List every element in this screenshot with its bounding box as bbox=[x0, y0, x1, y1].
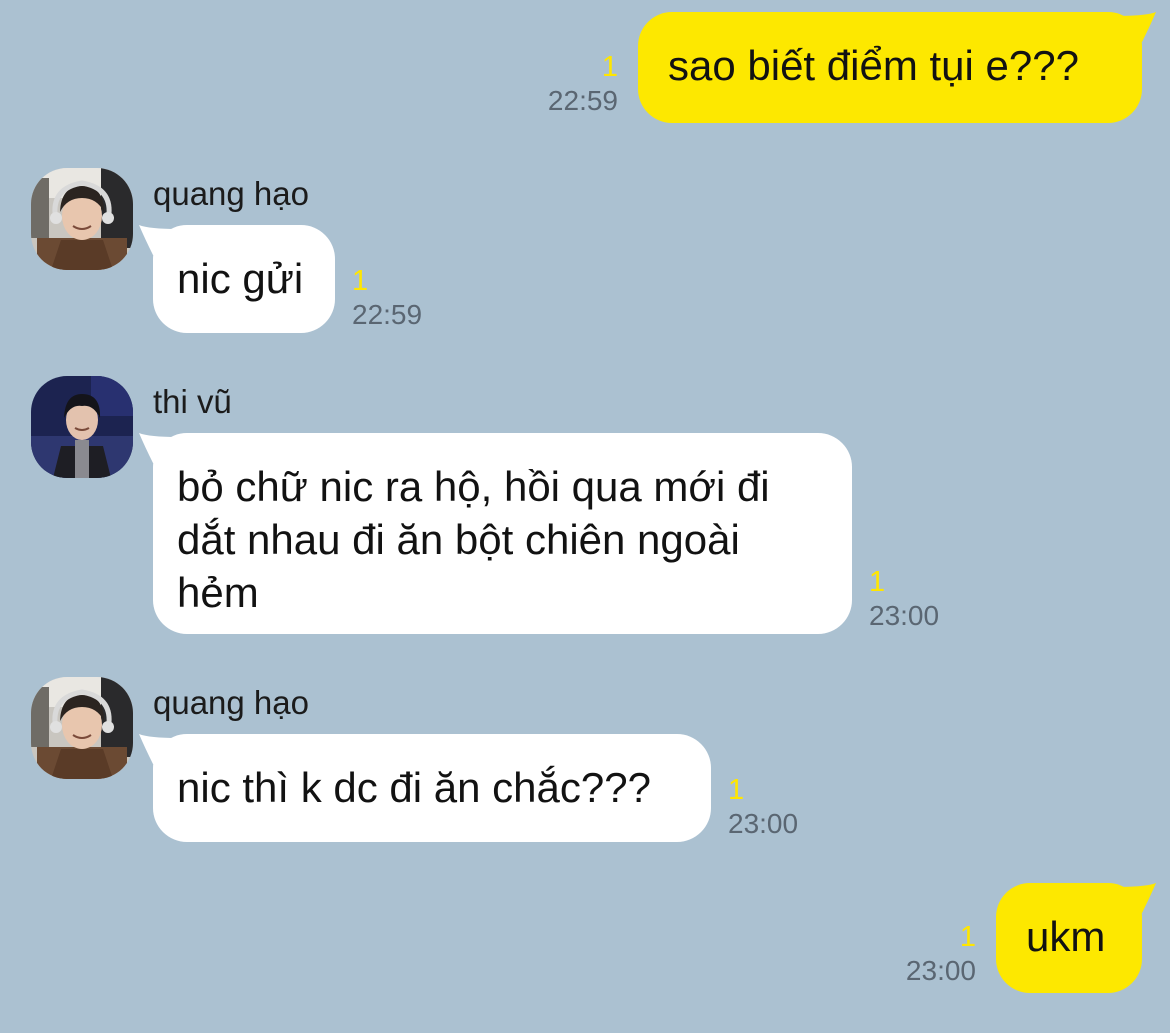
message-text: bỏ chữ nic ra hộ, hồi qua mới đi dắt nha… bbox=[177, 463, 770, 616]
bubble-tail-icon bbox=[139, 225, 179, 255]
message-time: 23:00 bbox=[869, 600, 940, 631]
message-meta: 1 22:59 bbox=[352, 264, 422, 332]
incoming-message-bubble[interactable]: nic gửi bbox=[139, 225, 335, 333]
sender-name: quang hạo bbox=[153, 175, 309, 212]
message-time: 22:59 bbox=[547, 85, 618, 116]
unread-count: 1 bbox=[869, 566, 886, 598]
message-time: 23:00 bbox=[905, 955, 976, 986]
avatar-photo-quang-hao-icon bbox=[31, 677, 133, 779]
sender-name: thi vũ bbox=[153, 383, 232, 420]
message-meta: 1 23:00 bbox=[728, 773, 798, 841]
chat-message-list[interactable]: 1 22:59 sao biết điểm tụi e??? quang hạo… bbox=[0, 0, 1170, 1033]
message-meta: 1 23:00 bbox=[880, 920, 976, 988]
message-time: 22:59 bbox=[352, 299, 423, 330]
avatar-photo-thi-vu-icon bbox=[31, 376, 133, 478]
message-text: sao biết điểm tụi e??? bbox=[668, 42, 1079, 89]
message-text: ukm bbox=[1026, 913, 1106, 960]
avatar[interactable] bbox=[31, 677, 133, 779]
incoming-message-bubble[interactable]: nic thì k dc đi ăn chắc??? bbox=[139, 734, 711, 842]
message-meta: 1 22:59 bbox=[520, 50, 618, 118]
incoming-message-bubble[interactable]: bỏ chữ nic ra hộ, hồi qua mới đi dắt nha… bbox=[139, 433, 852, 634]
outgoing-message-bubble[interactable]: ukm bbox=[996, 883, 1156, 993]
message-meta: 1 23:00 bbox=[869, 565, 939, 633]
bubble-tail-icon bbox=[1116, 883, 1156, 913]
unread-count: 1 bbox=[601, 51, 618, 83]
message-text: nic gửi bbox=[177, 255, 304, 302]
unread-count: 1 bbox=[352, 265, 369, 297]
avatar[interactable] bbox=[31, 376, 133, 478]
avatar-photo-quang-hao-icon bbox=[31, 168, 133, 270]
bubble-tail-icon bbox=[1116, 12, 1156, 42]
outgoing-message-bubble[interactable]: sao biết điểm tụi e??? bbox=[638, 12, 1156, 123]
sender-name: quang hạo bbox=[153, 684, 309, 721]
avatar[interactable] bbox=[31, 168, 133, 270]
unread-count: 1 bbox=[959, 921, 976, 953]
bubble-tail-icon bbox=[139, 734, 179, 764]
unread-count: 1 bbox=[728, 774, 745, 806]
message-time: 23:00 bbox=[728, 808, 799, 839]
message-text: nic thì k dc đi ăn chắc??? bbox=[177, 764, 651, 811]
bubble-tail-icon bbox=[139, 433, 179, 463]
